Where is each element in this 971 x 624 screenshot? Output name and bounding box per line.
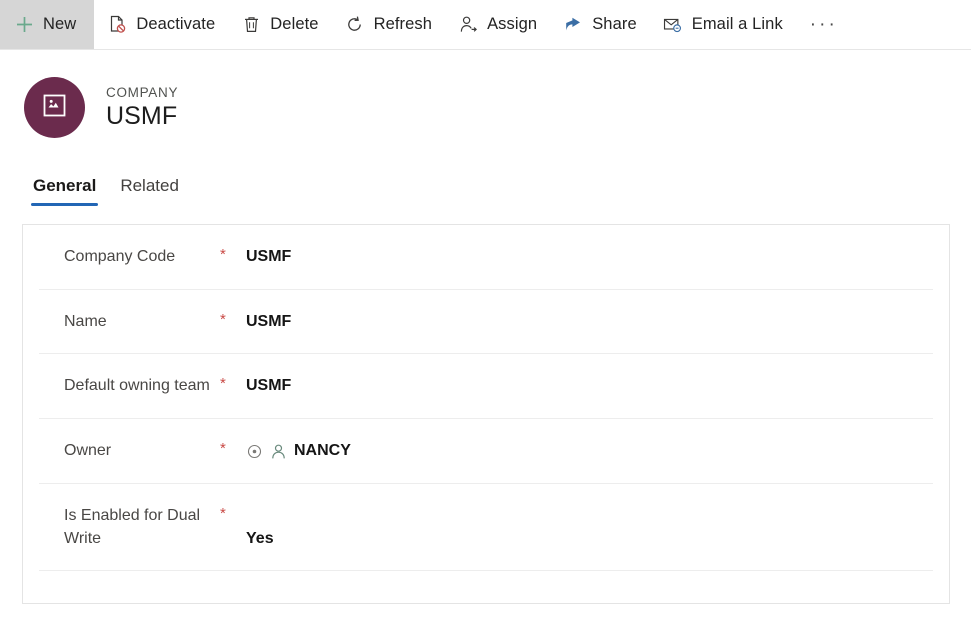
deactivate-button[interactable]: Deactivate [94,0,228,49]
table-row: Default owning team * USMF [39,354,933,420]
tab-active-underline [31,203,99,206]
avatar [24,77,85,138]
required-marker: * [220,504,226,522]
assign-button-label: Assign [487,15,538,33]
field-value-is-enabled-for-dual-write[interactable]: Yes [246,514,274,550]
required-marker: * [220,246,226,263]
company-tile-icon [41,92,68,124]
command-bar: New Deactivate Delete Refresh Assign Sha… [0,0,971,50]
delete-button-label: Delete [270,15,319,33]
email-link-icon [663,15,683,35]
deactivate-button-label: Deactivate [136,15,216,33]
tab-related[interactable]: Related [108,176,191,206]
field-value-owner[interactable]: NANCY [246,440,351,462]
refresh-icon [345,15,365,35]
tab-general[interactable]: General [21,176,108,206]
email-a-link-button[interactable]: Email a Link [650,0,796,49]
field-value-owner-text: NANCY [294,442,351,460]
recent-icon [246,443,263,460]
trash-icon [241,15,261,35]
new-button-label: New [43,15,77,33]
table-row: Name * USMF [39,290,933,355]
email-a-link-button-label: Email a Link [691,15,783,33]
required-marker: * [220,310,226,328]
field-value-name-text: USMF [246,312,292,330]
refresh-button[interactable]: Refresh [332,0,445,49]
field-label-is-enabled-for-dual-write: Is Enabled for Dual Write [64,506,201,547]
share-button[interactable]: Share [550,0,650,49]
required-marker: * [220,375,226,393]
table-row: Company Code * USMF [39,225,933,290]
deactivate-icon [107,15,127,35]
entity-type-label: COMPANY [106,84,179,100]
field-label-owner: Owner [64,442,112,460]
overflow-menu-button[interactable]: ··· [796,0,852,58]
field-label-default-owning-team: Default owning team [64,377,210,395]
record-titles: COMPANY USMF [106,85,178,131]
share-button-label: Share [592,15,637,33]
field-label-name: Name [64,312,107,330]
table-row: Is Enabled for Dual Write * Yes [39,484,933,572]
plus-icon [14,15,34,35]
tab-related-label: Related [120,176,179,195]
field-value-name[interactable]: USMF [246,311,291,333]
field-value-default-owning-team-text: USMF [246,377,292,395]
record-header: COMPANY USMF [0,50,971,138]
general-form-card: Company Code * USMF Name * USMF Default … [22,224,950,605]
assign-button[interactable]: Assign [445,0,550,49]
new-button[interactable]: New [0,0,95,49]
field-value-company-code[interactable]: USMF [246,246,291,268]
table-row: Owner * NANCY [39,419,933,484]
required-marker: * [220,440,226,458]
refresh-button-label: Refresh [373,15,433,33]
share-icon [563,15,583,35]
tab-general-label: General [33,176,97,195]
assign-user-icon [458,15,478,35]
person-icon [270,443,287,460]
delete-button[interactable]: Delete [228,0,331,49]
field-value-company-code-text: USMF [246,248,292,265]
field-value-default-owning-team[interactable]: USMF [246,375,291,397]
field-label-company-code: Company Code [64,248,176,265]
field-value-is-enabled-for-dual-write-text: Yes [246,529,274,547]
page-title: USMF [106,101,178,130]
tab-strip: General Related [0,170,971,206]
